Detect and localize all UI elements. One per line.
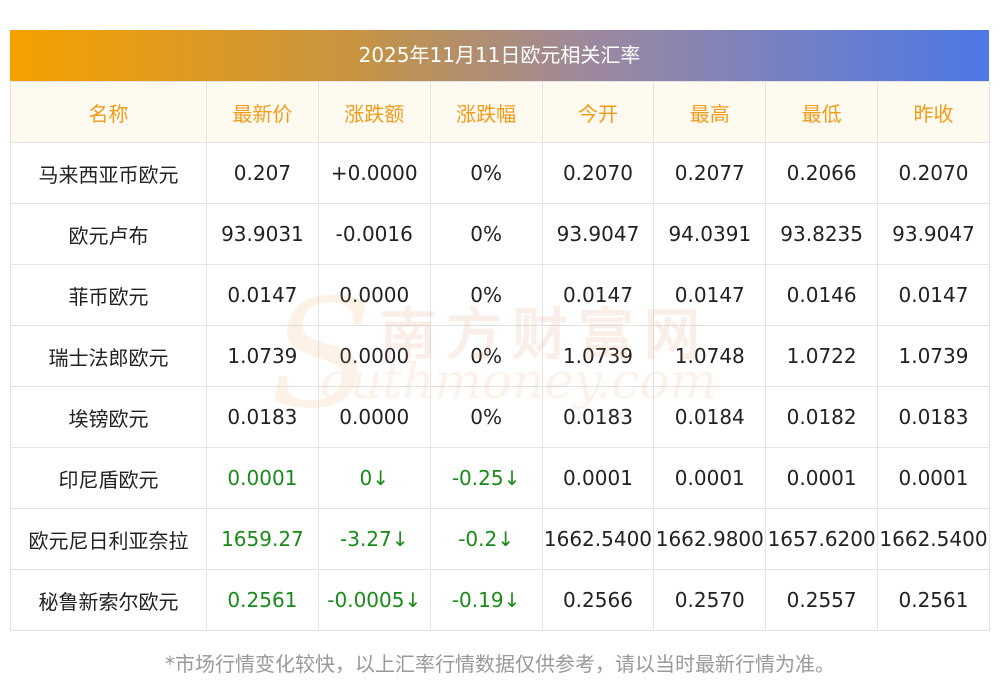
cell-open: 0.0147 — [541, 264, 655, 326]
cell-change: -0.0016 — [317, 203, 431, 265]
cell-prev-close: 1.0739 — [877, 325, 990, 387]
cell-high: 0.0147 — [653, 264, 767, 326]
table-row: 瑞士法郎欧元 1.0739 0.0000 0% 1.0739 1.0748 1.0722 1.… — [10, 325, 990, 387]
cell-change: -3.27↓ — [317, 508, 431, 570]
table-row: 埃镑欧元 0.0183 0.0000 0% 0.0183 0.0184 0.0182 0.01… — [10, 386, 990, 448]
cell-low: 1.0722 — [765, 325, 879, 387]
cell-change-pct: 0% — [429, 142, 543, 204]
table-row: 秘鲁新索尔欧元 0.2561 -0.0005↓ -0.19↓ 0.2566 0.2570 0… — [10, 569, 990, 631]
cell-open: 93.9047 — [541, 203, 655, 265]
cell-name: 菲币欧元 — [10, 264, 207, 326]
cell-name: 印尼盾欧元 — [10, 447, 207, 509]
exchange-rate-table: 名称 最新价 涨跌额 涨跌幅 今开 最高 最低 昨收 马来西亚币欧元 0.207 +… — [10, 81, 990, 631]
cell-change-pct: -0.2↓ — [429, 508, 543, 570]
cell-latest: 93.9031 — [206, 203, 319, 265]
cell-change-pct: 0% — [429, 386, 543, 448]
cell-prev-close: 0.2070 — [877, 142, 990, 204]
cell-name: 欧元卢布 — [10, 203, 207, 265]
cell-prev-close: 1662.5400 — [877, 508, 990, 570]
cell-change-pct: 0% — [429, 203, 543, 265]
cell-latest: 1659.27 — [206, 508, 319, 570]
col-header-open: 今开 — [541, 81, 655, 143]
cell-low: 0.2557 — [765, 569, 879, 631]
cell-high: 94.0391 — [653, 203, 767, 265]
cell-low: 93.8235 — [765, 203, 879, 265]
cell-name: 马来西亚币欧元 — [10, 142, 207, 204]
cell-change: -0.0005↓ — [317, 569, 431, 631]
cell-latest: 0.2561 — [206, 569, 319, 631]
cell-latest: 0.207 — [206, 142, 319, 204]
cell-open: 0.2566 — [541, 569, 655, 631]
footnote: *市场行情变化较快，以上汇率行情数据仅供参考，请以当时最新行情为准。 — [165, 652, 835, 676]
cell-latest: 0.0183 — [206, 386, 319, 448]
cell-name: 欧元尼日利亚奈拉 — [10, 508, 207, 570]
cell-change: 0.0000 — [317, 264, 431, 326]
cell-latest: 0.0147 — [206, 264, 319, 326]
col-header-change: 涨跌额 — [317, 81, 431, 143]
table-row: 欧元卢布 93.9031 -0.0016 0% 93.9047 94.0391 93.823… — [10, 203, 990, 265]
table-row: 欧元尼日利亚奈拉 1659.27 -3.27↓ -0.2↓ 1662.5400 1662.… — [10, 508, 990, 570]
table-title: 2025年11月11日欧元相关汇率 — [10, 30, 989, 81]
table-row: 马来西亚币欧元 0.207 +0.0000 0% 0.2070 0.2077 0.2066 0… — [10, 142, 990, 204]
cell-change: +0.0000 — [317, 142, 431, 204]
header-row: 名称 最新价 涨跌额 涨跌幅 今开 最高 最低 昨收 — [10, 81, 990, 143]
table-body: 马来西亚币欧元 0.207 +0.0000 0% 0.2070 0.2077 0.2066 0… — [10, 142, 990, 631]
cell-change-pct: -0.25↓ — [429, 447, 543, 509]
cell-high: 0.0001 — [653, 447, 767, 509]
col-header-change-pct: 涨跌幅 — [429, 81, 543, 143]
col-header-name: 名称 — [10, 81, 207, 143]
cell-high: 1662.9800 — [653, 508, 767, 570]
cell-open: 0.0183 — [541, 386, 655, 448]
cell-name: 瑞士法郎欧元 — [10, 325, 207, 387]
col-header-latest: 最新价 — [206, 81, 319, 143]
cell-change-pct: -0.19↓ — [429, 569, 543, 631]
cell-open: 1662.5400 — [541, 508, 655, 570]
cell-high: 0.2077 — [653, 142, 767, 204]
table-row: 菲币欧元 0.0147 0.0000 0% 0.0147 0.0147 0.0146 0.01… — [10, 264, 990, 326]
cell-low: 0.2066 — [765, 142, 879, 204]
cell-latest: 1.0739 — [206, 325, 319, 387]
cell-change: 0↓ — [317, 447, 431, 509]
cell-prev-close: 93.9047 — [877, 203, 990, 265]
cell-low: 0.0001 — [765, 447, 879, 509]
cell-high: 0.2570 — [653, 569, 767, 631]
cell-name: 埃镑欧元 — [10, 386, 207, 448]
cell-low: 0.0182 — [765, 386, 879, 448]
cell-change: 0.0000 — [317, 325, 431, 387]
cell-change-pct: 0% — [429, 264, 543, 326]
table-row: 印尼盾欧元 0.0001 0↓ -0.25↓ 0.0001 0.0001 0.0001 0.0… — [10, 447, 990, 509]
cell-open: 1.0739 — [541, 325, 655, 387]
cell-latest: 0.0001 — [206, 447, 319, 509]
cell-change: 0.0000 — [317, 386, 431, 448]
cell-high: 0.0184 — [653, 386, 767, 448]
cell-low: 0.0146 — [765, 264, 879, 326]
cell-open: 0.2070 — [541, 142, 655, 204]
col-header-high: 最高 — [653, 81, 767, 143]
cell-open: 0.0001 — [541, 447, 655, 509]
cell-high: 1.0748 — [653, 325, 767, 387]
cell-prev-close: 0.2561 — [877, 569, 990, 631]
cell-prev-close: 0.0183 — [877, 386, 990, 448]
col-header-prev-close: 昨收 — [877, 81, 990, 143]
rate-table-container: 2025年11月11日欧元相关汇率 名称 最新价 涨跌额 涨跌幅 今开 最高 最… — [10, 30, 990, 631]
cell-low: 1657.6200 — [765, 508, 879, 570]
cell-name: 秘鲁新索尔欧元 — [10, 569, 207, 631]
cell-prev-close: 0.0147 — [877, 264, 990, 326]
cell-change-pct: 0% — [429, 325, 543, 387]
cell-prev-close: 0.0001 — [877, 447, 990, 509]
col-header-low: 最低 — [765, 81, 879, 143]
